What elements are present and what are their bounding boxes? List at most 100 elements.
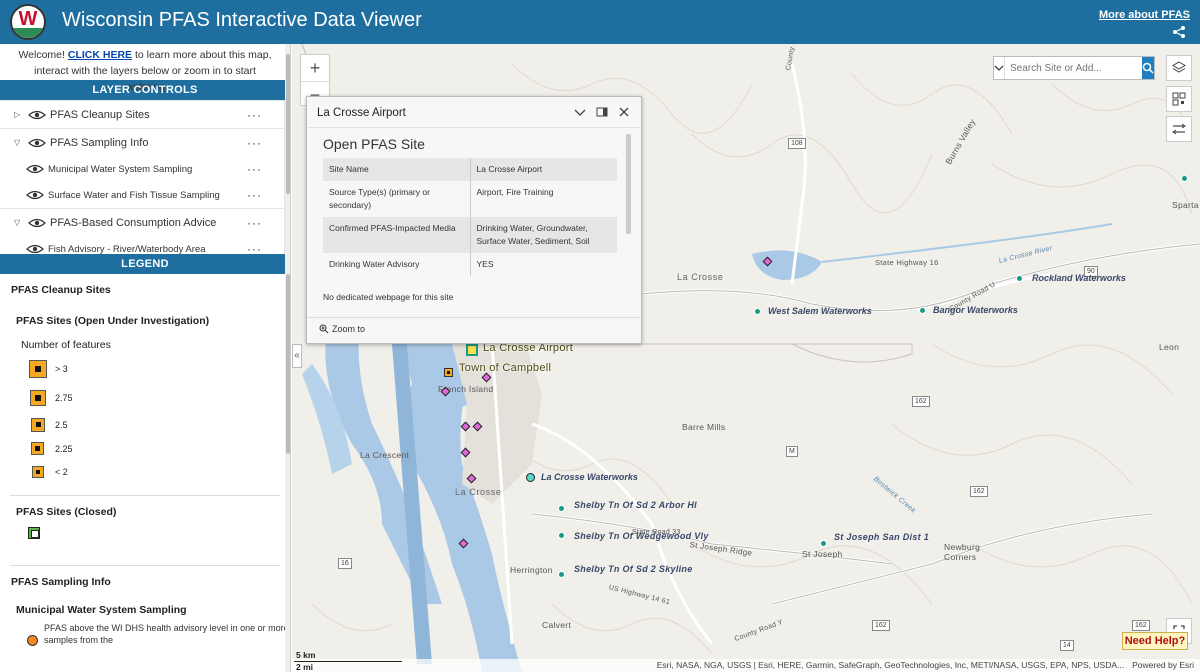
popup-controls (573, 105, 631, 119)
route-shield: 162 (912, 396, 930, 407)
legend-header: LEGEND (0, 254, 290, 274)
table-row: Site Name La Crosse Airport (323, 158, 617, 181)
open-site-symbol (31, 442, 44, 455)
eye-icon[interactable] (28, 218, 46, 228)
municipal-above-symbol (27, 635, 38, 646)
more-options-icon[interactable]: ··· (247, 162, 262, 176)
waterworks-marker[interactable] (558, 505, 565, 512)
map-label-la-crosse: La Crosse (455, 487, 502, 497)
waterworks-marker[interactable] (754, 308, 761, 315)
zoom-to-button[interactable]: Zoom to (319, 324, 365, 334)
waterworks-marker[interactable] (820, 540, 827, 547)
scale-km: 5 km (296, 650, 316, 660)
compare-button[interactable] (1166, 116, 1192, 142)
table-row: Confirmed PFAS-Impacted Media Drinking Wa… (323, 217, 617, 253)
layer-item-pfas-cleanup-sites[interactable]: ▷ PFAS Cleanup Sites ··· (0, 100, 284, 128)
attr-value: YES (470, 253, 617, 276)
ww-label-bangor: Bangor Waterworks (933, 305, 1018, 315)
route-shield: 14 (1060, 640, 1074, 651)
app-header: W Wisconsin PFAS Interactive Data Viewer… (0, 0, 1200, 44)
ww-label-la-crosse: La Crosse Waterworks (541, 472, 638, 482)
waterworks-marker[interactable] (558, 532, 565, 539)
popup-scrollbar[interactable] (626, 134, 631, 234)
map-label-calvert: Calvert (542, 620, 572, 630)
legend-size-label: 2.5 (55, 419, 68, 430)
legend-size-label: 2.25 (55, 443, 73, 454)
layer-label: PFAS Sampling Info (50, 136, 149, 149)
more-options-icon[interactable]: ··· (247, 188, 262, 202)
more-options-icon[interactable]: ··· (247, 242, 262, 254)
eye-icon[interactable] (26, 190, 44, 200)
popup-body: Open PFAS Site Site Name La Crosse Airpor… (307, 127, 641, 307)
layer-item-municipal-water[interactable]: Municipal Water System Sampling ··· (0, 156, 284, 182)
waterworks-marker[interactable] (919, 307, 926, 314)
ww-label-west-salem: West Salem Waterworks (768, 306, 872, 316)
layer-label: Municipal Water System Sampling (48, 163, 193, 175)
waterworks-marker-selected[interactable] (526, 473, 535, 482)
map-label-la-crescent: La Crescent (360, 450, 410, 460)
layer-scroll-thumb[interactable] (286, 54, 290, 194)
legend-size-label: > 3 (55, 363, 68, 374)
close-icon[interactable] (617, 105, 631, 119)
route-shield: M (786, 446, 798, 457)
chevron-down-icon[interactable] (573, 105, 587, 119)
legend-scroll-thumb[interactable] (286, 274, 290, 454)
waterworks-marker[interactable] (1016, 275, 1023, 282)
attr-key: Source Type(s) (primary or secondary) (323, 181, 471, 217)
waterworks-marker[interactable] (1181, 175, 1188, 182)
layers-button[interactable] (1166, 55, 1192, 81)
eye-icon[interactable] (28, 138, 46, 148)
legend-size-row: > 3 (0, 357, 290, 380)
legend-panel: PFAS Cleanup Sites PFAS Sites (Open Unde… (0, 274, 290, 667)
wisconsin-logo[interactable]: W (10, 4, 46, 40)
layer-label: Surface Water and Fish Tissue Sampling (48, 189, 220, 201)
site-marker-town-of-campbell[interactable] (444, 368, 453, 377)
map-view[interactable]: Sparta La Crosse Leon Barre Mills La Cre… (292, 44, 1200, 672)
layer-controls-header: LAYER CONTROLS (0, 80, 290, 100)
more-options-icon[interactable]: ··· (247, 108, 262, 122)
map-label-sparta: Sparta (1172, 200, 1199, 210)
site-marker-la-crosse-airport[interactable] (466, 344, 478, 356)
attr-key: Drinking Water Advisory (323, 253, 471, 276)
popup-attribute-table: Site Name La Crosse Airport Source Type(s… (323, 158, 617, 276)
feature-popup: La Crosse Airport Open PFAS Site Site Na… (306, 96, 642, 344)
attr-value: Airport, Fire Training (470, 181, 617, 217)
route-shield: 108 (788, 138, 806, 149)
search-input[interactable] (1005, 57, 1142, 79)
legend-sampling-title: PFAS Sampling Info (11, 576, 111, 588)
qr-button[interactable] (1166, 86, 1192, 112)
legend-size-label: < 2 (55, 466, 68, 477)
dock-icon[interactable] (595, 105, 609, 119)
compare-icon (1172, 123, 1186, 135)
search-button[interactable] (1142, 57, 1154, 79)
legend-size-row: 2.5 (0, 413, 290, 436)
layer-item-consumption-advice[interactable]: ▽ PFAS-Based Consumption Advice ··· (0, 208, 284, 236)
powered-by[interactable]: Powered by Esri (1132, 660, 1194, 670)
eye-icon[interactable] (26, 164, 44, 174)
table-row: Drinking Water Advisory YES (323, 253, 617, 276)
layer-label: PFAS-Based Consumption Advice (50, 216, 217, 229)
collapse-arrow-icon[interactable]: ▽ (14, 138, 26, 147)
eye-icon[interactable] (28, 110, 46, 120)
map-label-barre-mills: Barre Mills (682, 422, 726, 432)
eye-icon[interactable] (26, 244, 44, 254)
waterworks-marker[interactable] (558, 571, 565, 578)
more-options-icon[interactable]: ··· (247, 136, 262, 150)
search-source-dropdown[interactable] (994, 57, 1005, 79)
collapse-panel-button[interactable]: « (292, 344, 302, 368)
collapse-arrow-icon[interactable]: ▽ (14, 218, 26, 227)
layer-item-surface-water[interactable]: Surface Water and Fish Tissue Sampling ·… (0, 182, 284, 208)
share-icon[interactable] (1172, 25, 1186, 39)
more-about-pfas-link[interactable]: More about PFAS (1099, 9, 1190, 21)
need-help-button[interactable]: Need Help? (1122, 632, 1188, 650)
open-site-symbol (32, 465, 44, 478)
layer-item-fish-advisory[interactable]: Fish Advisory - River/Waterbody Area ··· (0, 236, 284, 254)
layers-icon (1172, 61, 1186, 73)
zoom-to-label: Zoom to (332, 324, 366, 334)
zoom-in-button[interactable]: + (301, 55, 329, 81)
layer-item-pfas-sampling-info[interactable]: ▽ PFAS Sampling Info ··· (0, 128, 284, 156)
search-widget (993, 56, 1155, 80)
more-options-icon[interactable]: ··· (247, 216, 262, 230)
click-here-link[interactable]: CLICK HERE (68, 49, 132, 61)
expand-arrow-icon[interactable]: ▷ (14, 110, 26, 119)
